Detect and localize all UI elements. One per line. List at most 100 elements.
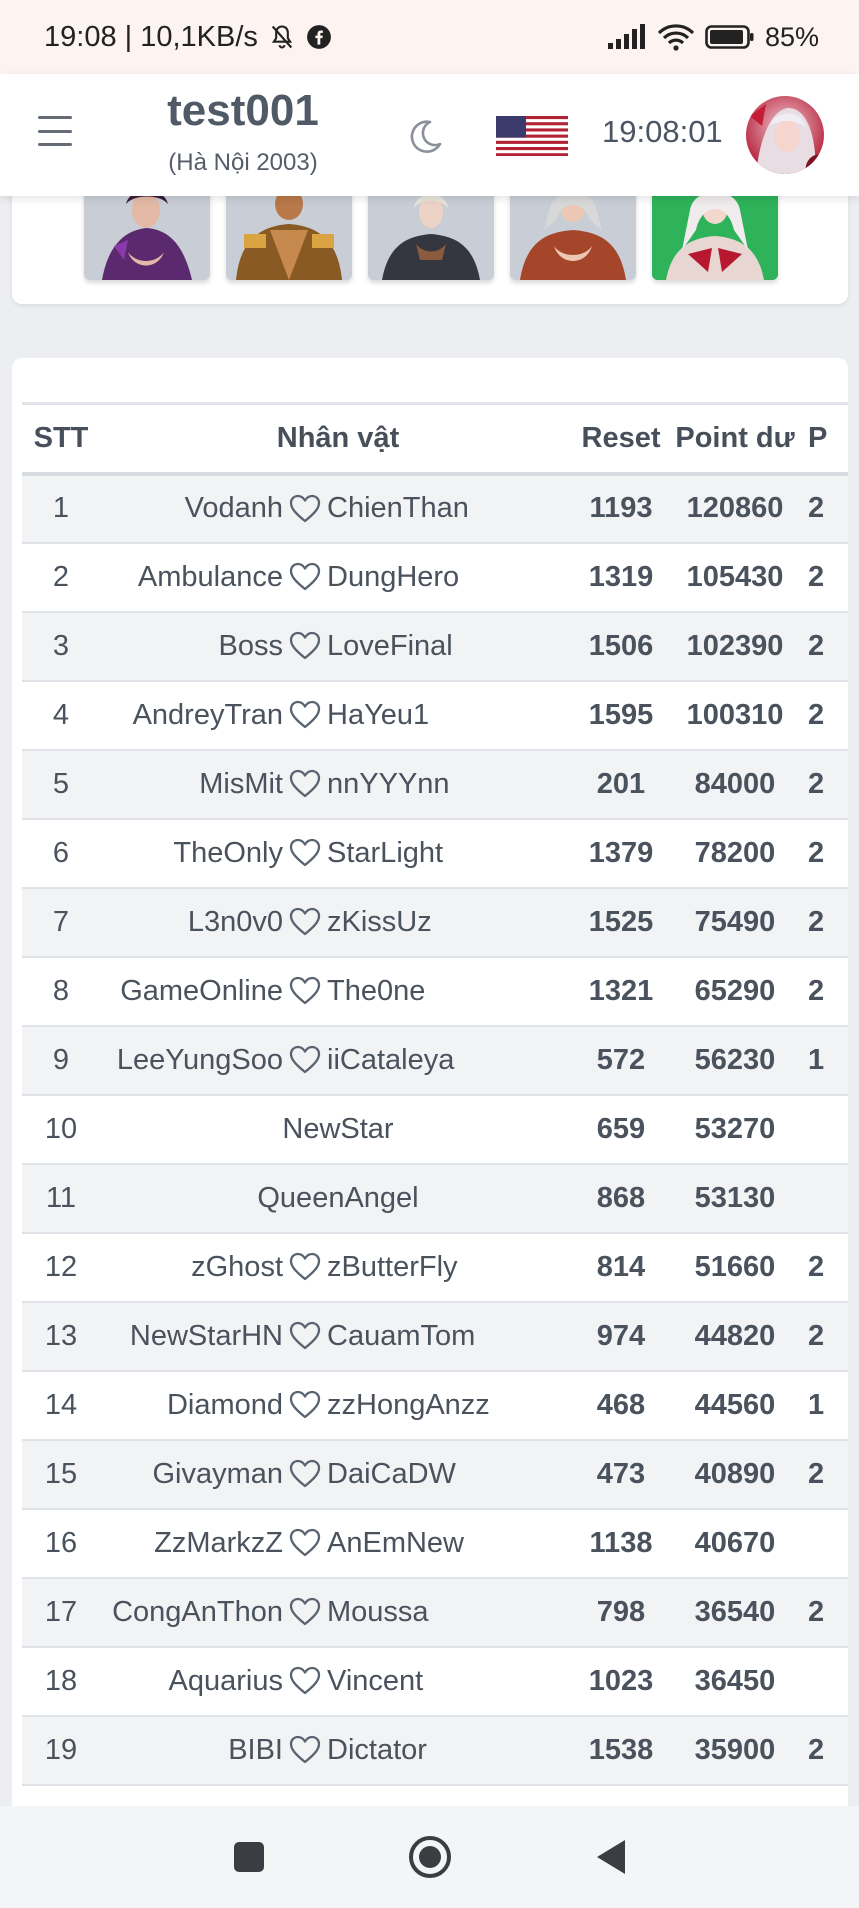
character-name[interactable]: ZzMarkzZ [100, 1527, 283, 1560]
character-thumb-2[interactable] [226, 190, 352, 280]
character-name[interactable]: AndreyTran [100, 699, 283, 732]
table-row[interactable]: 14 Diamond zzHongAnzz 468 44560 1 [22, 1370, 848, 1441]
cell-stt: 9 [22, 1025, 100, 1096]
character-thumb-4[interactable] [510, 190, 636, 280]
back-button[interactable] [588, 1834, 634, 1880]
partner-name[interactable]: nnYYYnn [327, 768, 576, 801]
character-name[interactable]: L3n0v0 [100, 906, 283, 939]
cell-stt: 19 [22, 1715, 100, 1786]
heart-icon [283, 1252, 327, 1282]
character-name[interactable]: CongAnThon [100, 1596, 283, 1629]
partner-name[interactable]: Vincent [327, 1665, 576, 1698]
table-row[interactable]: 4 AndreyTran HaYeu1 1595 100310 2 [22, 680, 848, 751]
table-row[interactable]: 13 NewStarHN CauamTom 974 44820 2 [22, 1301, 848, 1372]
table-row[interactable]: 16 ZzMarkzZ AnEmNew 1138 40670 [22, 1508, 848, 1579]
status-right: 85% [607, 22, 819, 53]
cell-character: TheOnly StarLight [100, 818, 576, 889]
cell-character: Aquarius Vincent [100, 1646, 576, 1717]
character-thumb-3[interactable] [368, 190, 494, 280]
heart-icon [283, 700, 327, 730]
recents-button[interactable] [226, 1834, 272, 1880]
col-header-point: Point dư [666, 402, 804, 476]
table-row[interactable]: 7 L3n0v0 zKissUz 1525 75490 2 [22, 887, 848, 958]
character-thumb-5-selected[interactable] [652, 190, 778, 280]
character-name[interactable]: GameOnline [100, 975, 283, 1008]
cell-point: 56230 [666, 1025, 804, 1096]
cell-point: 51660 [666, 1232, 804, 1303]
table-row[interactable]: 2 Ambulance DungHero 1319 105430 2 [22, 542, 848, 613]
character-name[interactable]: MisMit [100, 768, 283, 801]
home-button[interactable] [407, 1834, 453, 1880]
moon-icon[interactable] [404, 114, 448, 158]
us-flag-icon[interactable] [496, 116, 568, 156]
partner-name[interactable]: DungHero [327, 561, 576, 594]
partner-name[interactable]: StarLight [327, 837, 576, 870]
cell-p: 2 [804, 818, 848, 889]
cell-reset: 1138 [576, 1508, 666, 1579]
user-avatar[interactable] [746, 96, 824, 174]
table-row[interactable]: 11 QueenAngel 868 53130 [22, 1163, 848, 1234]
cell-stt: 14 [22, 1370, 100, 1441]
cell-reset: 1193 [576, 473, 666, 544]
character-pair: Aquarius Vincent [100, 1665, 576, 1698]
cell-character: GameOnline The0ne [100, 956, 576, 1027]
cell-point: 78200 [666, 818, 804, 889]
partner-name[interactable]: DaiCaDW [327, 1458, 576, 1491]
character-name[interactable]: Givayman [100, 1458, 283, 1491]
cell-p: 1 [804, 1025, 848, 1096]
character-name[interactable]: LeeYungSoo [100, 1044, 283, 1077]
cell-character: L3n0v0 zKissUz [100, 887, 576, 958]
character-name[interactable]: BIBI [100, 1734, 283, 1767]
table-row[interactable]: 6 TheOnly StarLight 1379 78200 2 [22, 818, 848, 889]
cell-reset: 572 [576, 1025, 666, 1096]
character-name[interactable]: QueenAngel [100, 1182, 576, 1215]
partner-name[interactable]: Moussa [327, 1596, 576, 1629]
heart-icon [283, 631, 327, 661]
table-row[interactable]: 18 Aquarius Vincent 1023 36450 [22, 1646, 848, 1717]
character-thumb-1[interactable] [84, 190, 210, 280]
cell-character: NewStar [100, 1094, 576, 1165]
table-row[interactable]: 10 NewStar 659 53270 [22, 1094, 848, 1165]
cell-stt: 10 [22, 1094, 100, 1165]
menu-icon[interactable] [38, 116, 72, 146]
table-header-row: STT Nhân vật Reset Point dư P [22, 402, 848, 476]
table-row[interactable]: 8 GameOnline The0ne 1321 65290 2 [22, 956, 848, 1027]
cell-p: 2 [804, 1301, 848, 1372]
character-name[interactable]: Boss [100, 630, 283, 663]
partner-name[interactable]: LoveFinal [327, 630, 576, 663]
partner-name[interactable]: iiCataleya [327, 1044, 576, 1077]
character-name[interactable]: Aquarius [100, 1665, 283, 1698]
ranking-table-scroll[interactable]: STT Nhân vật Reset Point dư P 1 Vodanh Chi… [22, 402, 848, 1808]
table-row[interactable]: 19 BIBI Dictator 1538 35900 2 [22, 1715, 848, 1786]
table-row[interactable]: 3 Boss LoveFinal 1506 102390 2 [22, 611, 848, 682]
table-row[interactable]: 1 Vodanh ChienThan 1193 120860 2 [22, 473, 848, 544]
partner-name[interactable]: Dictator [327, 1734, 576, 1767]
character-name[interactable]: zGhost [100, 1251, 283, 1284]
cell-reset: 473 [576, 1439, 666, 1510]
table-row[interactable]: 9 LeeYungSoo iiCataleya 572 56230 1 [22, 1025, 848, 1096]
col-header-stt: STT [22, 402, 100, 476]
partner-name[interactable]: zzHongAnzz [327, 1389, 576, 1422]
table-row[interactable]: 12 zGhost zButterFly 814 51660 2 [22, 1232, 848, 1303]
cell-reset: 1023 [576, 1646, 666, 1717]
table-row[interactable]: 15 Givayman DaiCaDW 473 40890 2 [22, 1439, 848, 1510]
character-name[interactable]: NewStarHN [100, 1320, 283, 1353]
partner-name[interactable]: CauamTom [327, 1320, 576, 1353]
partner-name[interactable]: The0ne [327, 975, 576, 1008]
table-row[interactable]: 5 MisMit nnYYYnn 201 84000 2 [22, 749, 848, 820]
partner-name[interactable]: HaYeu1 [327, 699, 576, 732]
character-name[interactable]: Ambulance [100, 561, 283, 594]
partner-name[interactable]: AnEmNew [327, 1527, 576, 1560]
cell-stt: 16 [22, 1508, 100, 1579]
character-pair: Ambulance DungHero [100, 561, 576, 594]
character-name[interactable]: TheOnly [100, 837, 283, 870]
partner-name[interactable]: ChienThan [327, 492, 576, 525]
character-name[interactable]: Vodanh [100, 492, 283, 525]
heart-icon [283, 562, 327, 592]
character-name[interactable]: NewStar [100, 1113, 576, 1146]
character-name[interactable]: Diamond [100, 1389, 283, 1422]
server-clock: 19:08:01 [602, 114, 723, 149]
partner-name[interactable]: zButterFly [327, 1251, 576, 1284]
partner-name[interactable]: zKissUz [327, 906, 576, 939]
table-row[interactable]: 17 CongAnThon Moussa 798 36540 2 [22, 1577, 848, 1648]
